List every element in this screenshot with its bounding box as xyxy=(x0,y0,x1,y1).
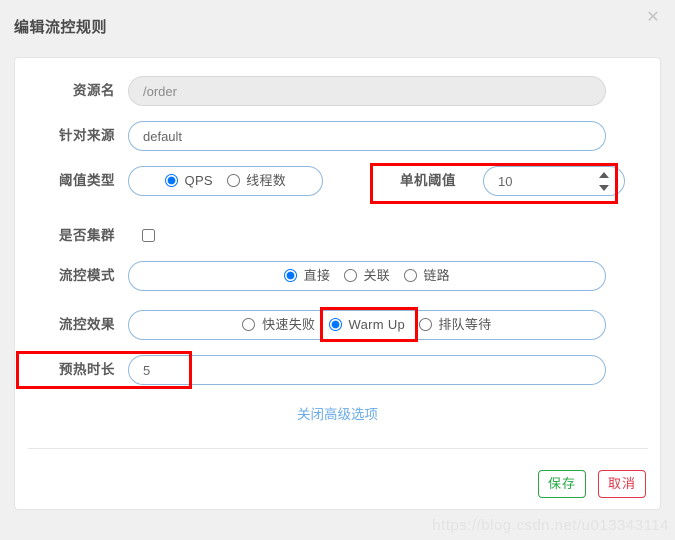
is-cluster-checkbox[interactable] xyxy=(142,229,155,242)
radio-label-qps: QPS xyxy=(184,173,213,188)
flow-effect-radio-group[interactable]: 快速失败 Warm Up 排队等待 xyxy=(128,310,606,340)
label-origin: 针对来源 xyxy=(59,128,115,143)
single-threshold-stepper[interactable] xyxy=(483,166,625,196)
dialog-header: 编辑流控规则 ✕ xyxy=(0,0,675,57)
form-card: 资源名 针对来源 阈值类型 QPS 线程数 单机阈值 xyxy=(14,57,661,510)
watermark: https://blog.csdn.net/u013343114 xyxy=(432,517,669,534)
radio-input-associated[interactable] xyxy=(343,269,357,282)
form-row-warmup-period: 预热时长 xyxy=(15,355,660,385)
radio-label-threads: 线程数 xyxy=(246,173,287,188)
radio-label-direct: 直接 xyxy=(303,268,331,283)
radio-effect-warm-up[interactable]: Warm Up xyxy=(328,311,406,339)
radio-effect-fast-fail[interactable]: 快速失败 xyxy=(242,311,315,339)
radio-mode-chain[interactable]: 链路 xyxy=(403,262,450,290)
radio-label-queue: 排队等待 xyxy=(438,317,492,332)
radio-threshold-threads[interactable]: 线程数 xyxy=(226,167,287,195)
form-row-is-cluster: 是否集群 xyxy=(15,221,660,251)
form-row-flow-mode: 流控模式 直接 关联 链路 xyxy=(15,261,660,291)
form-row-resource: 资源名 xyxy=(15,76,660,106)
radio-input-warm-up[interactable] xyxy=(328,318,342,331)
flow-mode-radio-group[interactable]: 直接 关联 链路 xyxy=(128,261,606,291)
form-row-origin: 针对来源 xyxy=(15,121,660,151)
radio-effect-queue[interactable]: 排队等待 xyxy=(418,311,492,339)
resource-name-input[interactable] xyxy=(128,76,606,106)
radio-label-associated: 关联 xyxy=(363,268,391,283)
form-row-flow-effect: 流控效果 快速失败 Warm Up 排队等待 xyxy=(15,310,660,340)
label-flow-effect: 流控效果 xyxy=(59,317,115,332)
cancel-button[interactable]: 取消 xyxy=(598,470,646,498)
toggle-advanced-options-link[interactable]: 关闭高级选项 xyxy=(0,403,675,423)
threshold-type-radio-group[interactable]: QPS 线程数 xyxy=(128,166,323,196)
page-title: 编辑流控规则 xyxy=(14,19,108,36)
spinner-up-icon[interactable] xyxy=(599,172,609,178)
label-resource: 资源名 xyxy=(73,83,115,98)
warmup-period-input[interactable] xyxy=(128,355,606,385)
radio-input-threads[interactable] xyxy=(226,174,240,187)
label-warmup-period: 预热时长 xyxy=(59,362,115,377)
radio-label-fast-fail: 快速失败 xyxy=(262,317,316,332)
close-icon[interactable]: ✕ xyxy=(641,6,665,30)
radio-threshold-qps[interactable]: QPS xyxy=(164,167,213,195)
radio-label-chain: 链路 xyxy=(423,268,450,283)
radio-input-fast-fail[interactable] xyxy=(242,318,256,331)
label-flow-mode: 流控模式 xyxy=(59,268,115,283)
radio-input-queue[interactable] xyxy=(418,318,432,331)
radio-mode-direct[interactable]: 直接 xyxy=(284,262,330,290)
radio-input-qps[interactable] xyxy=(164,174,178,187)
label-single-threshold: 单机阈值 xyxy=(400,173,456,188)
number-spinner-icon[interactable] xyxy=(599,172,610,191)
radio-input-direct[interactable] xyxy=(284,269,298,282)
label-threshold-type: 阈值类型 xyxy=(59,173,115,188)
spinner-down-icon[interactable] xyxy=(599,185,609,191)
save-button[interactable]: 保存 xyxy=(538,470,586,498)
label-is-cluster: 是否集群 xyxy=(59,228,115,243)
radio-label-warm-up: Warm Up xyxy=(348,317,406,332)
footer-divider xyxy=(28,448,648,449)
radio-mode-associated[interactable]: 关联 xyxy=(343,262,391,290)
limit-origin-input[interactable] xyxy=(128,121,606,151)
form-row-threshold-type: 阈值类型 QPS 线程数 单机阈值 xyxy=(15,166,660,196)
radio-input-chain[interactable] xyxy=(403,269,417,282)
single-threshold-input[interactable] xyxy=(484,167,592,195)
